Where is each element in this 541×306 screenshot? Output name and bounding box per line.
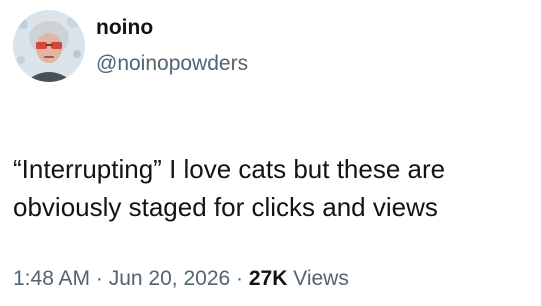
meta-separator: ·: [230, 267, 249, 290]
tweet-text: “Interrupting” I love cats but these are…: [13, 154, 446, 222]
meta-separator: ·: [90, 267, 109, 290]
tweet-time[interactable]: 1:48 AM: [13, 267, 90, 290]
author-handle[interactable]: @noinopowders: [96, 51, 248, 77]
tweet-meta: 1:48 AM · Jun 20, 2026 · 27K Views: [13, 266, 349, 292]
avatar-image: [13, 10, 85, 82]
author-name[interactable]: noino: [96, 15, 153, 41]
tweet-date[interactable]: Jun 20, 2026: [109, 267, 230, 290]
avatar[interactable]: [13, 10, 85, 82]
views-label: Views: [287, 267, 349, 290]
tweet-card: noino @noinopowders “Interrupting” I lov…: [0, 0, 541, 306]
views-count: 27K: [248, 267, 288, 290]
